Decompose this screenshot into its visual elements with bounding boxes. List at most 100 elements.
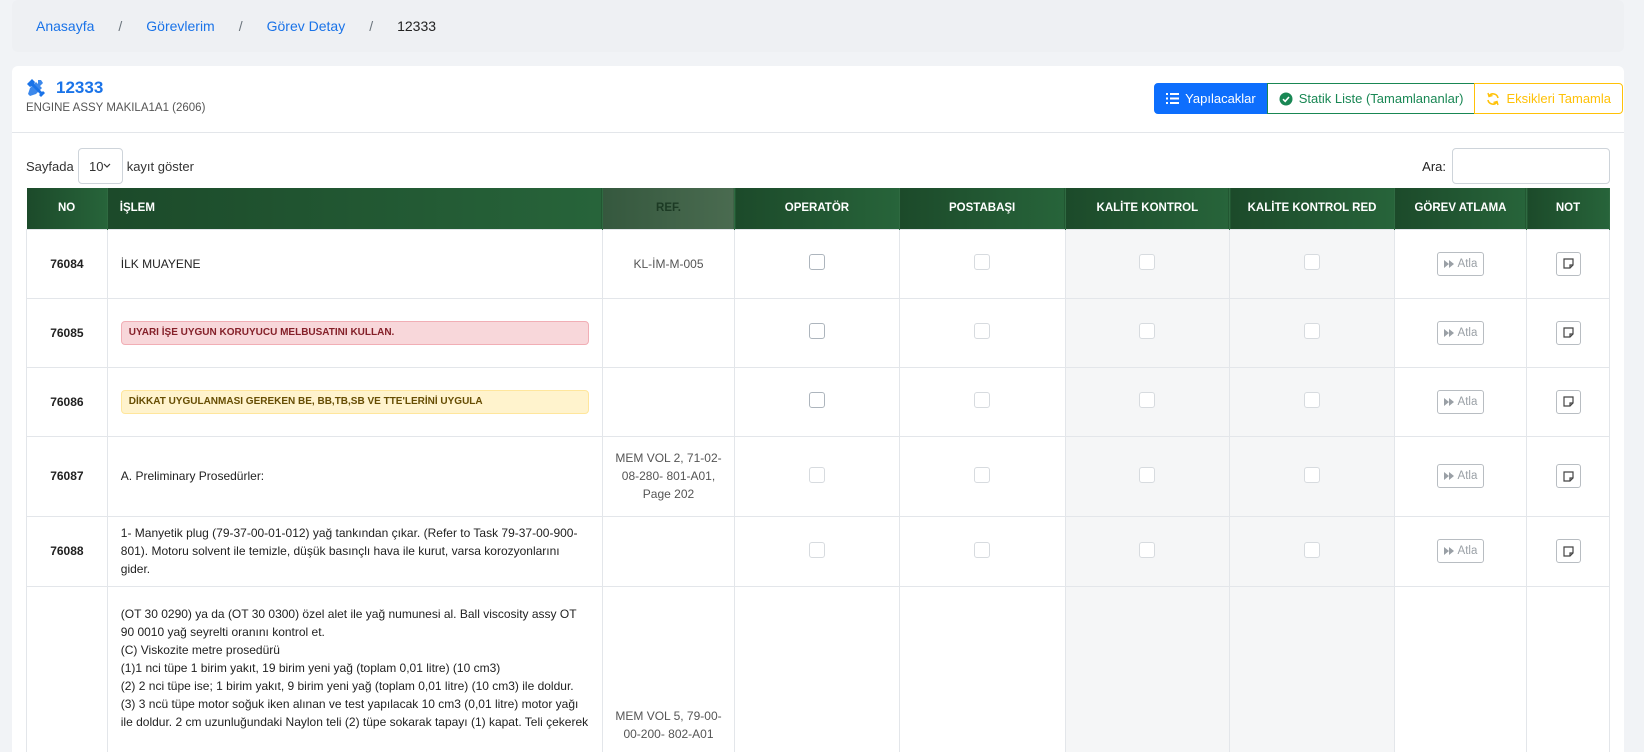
task-card: 12333 ENGINE ASSY MAKILA1A1 (2606) Yapıl… xyxy=(12,66,1624,752)
column-header-quality-reject[interactable]: KALİTE KONTROL RED xyxy=(1229,188,1395,229)
quality-control-cell xyxy=(1064,297,1231,368)
operator-checkbox[interactable] xyxy=(808,323,825,339)
row-islem-cell: DİKKAT UYGULANMASI GEREKEN BE, BB,TB,SB … xyxy=(106,366,603,437)
note-cell xyxy=(1526,435,1610,517)
quality-control-checkbox[interactable] xyxy=(1139,466,1156,483)
page-subtitle: ENGINE ASSY MAKILA1A1 (2606) xyxy=(26,102,206,114)
postabasi-checkbox[interactable] xyxy=(974,466,991,483)
quality-reject-cell xyxy=(1229,366,1395,437)
quality-reject-checkbox[interactable] xyxy=(1304,392,1321,408)
complete-missing-button-label: Eksikleri Tamamla xyxy=(1506,91,1611,106)
search-label: Ara: xyxy=(1422,158,1446,174)
table-controls: Sayfada 10 kayıt göster Ara: xyxy=(26,147,1610,185)
page-title: 12333 xyxy=(56,78,104,97)
quality-reject-cell xyxy=(1229,515,1395,587)
skip-cell: Atla xyxy=(1393,228,1528,299)
breadcrumb-my-tasks[interactable]: Görevlerim xyxy=(146,18,214,34)
table-row: 76084 İLK MUAYENE KL-İM-M-005 Atla xyxy=(26,228,1610,299)
note-button[interactable] xyxy=(1555,464,1581,488)
breadcrumb-task-detail[interactable]: Görev Detay xyxy=(267,18,346,34)
operator-checkbox[interactable] xyxy=(808,392,825,408)
skip-button[interactable]: Atla xyxy=(1436,539,1485,563)
quality-reject-checkbox[interactable] xyxy=(1304,541,1321,558)
table-row: 76085 UYARI İŞE UYGUN KORUYUCU MELBUSATI… xyxy=(26,297,1610,368)
note-button[interactable] xyxy=(1555,389,1581,414)
note-icon xyxy=(1562,327,1574,338)
quality-reject-checkbox[interactable] xyxy=(1304,254,1321,270)
page-length-control: Sayfada 10 kayıt göster xyxy=(26,147,194,185)
todo-button[interactable]: Yapılacaklar xyxy=(1154,83,1268,114)
operator-cell xyxy=(734,515,900,587)
fast-forward-icon xyxy=(1443,547,1454,555)
title-row: 12333 xyxy=(26,78,103,98)
quality-control-cell xyxy=(1064,228,1231,299)
postabasi-checkbox[interactable] xyxy=(974,323,991,339)
page-length-select[interactable]: 10 xyxy=(77,148,123,184)
quality-reject-checkbox[interactable] xyxy=(1304,323,1321,339)
quality-control-cell xyxy=(1064,515,1231,587)
search-input[interactable] xyxy=(1452,148,1610,184)
quality-control-cell xyxy=(1064,435,1231,517)
column-header-task-skip[interactable]: GÖREV ATLAMA xyxy=(1394,188,1528,229)
danger-alert: UYARI İŞE UYGUN KORUYUCU MELBUSATINI KUL… xyxy=(120,320,589,345)
note-icon xyxy=(1562,396,1574,407)
static-list-button[interactable]: Statik Liste (Tamamlananlar) xyxy=(1266,83,1476,114)
postabasi-cell xyxy=(898,435,1066,517)
row-ref xyxy=(601,515,736,587)
column-header-islem[interactable]: İŞLEM xyxy=(107,188,603,229)
quality-reject-checkbox[interactable] xyxy=(1304,466,1321,483)
column-header-operator[interactable]: OPERATÖR xyxy=(734,188,900,229)
table-row: 76087 A. Preliminary Prosedürler: MEM VO… xyxy=(26,435,1610,517)
note-cell xyxy=(1526,515,1610,587)
skip-button[interactable]: Atla xyxy=(1436,320,1485,345)
fast-forward-icon xyxy=(1443,397,1454,406)
complete-missing-button[interactable]: Eksikleri Tamamla xyxy=(1474,83,1623,114)
operator-cell xyxy=(734,297,900,368)
quality-control-checkbox[interactable] xyxy=(1139,392,1156,408)
quality-control-checkbox[interactable] xyxy=(1139,323,1156,339)
column-header-postabasi[interactable]: POSTABAŞI xyxy=(899,188,1066,229)
note-cell xyxy=(1526,228,1610,299)
skip-button[interactable]: Atla xyxy=(1436,251,1485,276)
task-steps-table: NO İŞLEM REF. OPERATÖR POSTABAŞI KALİTE … xyxy=(26,188,1610,752)
page-length-prefix: Sayfada xyxy=(26,158,74,174)
operator-cell xyxy=(734,585,900,752)
column-header-quality-control[interactable]: KALİTE KONTROL xyxy=(1065,188,1231,229)
row-no: 76084 xyxy=(26,228,108,299)
quality-control-checkbox[interactable] xyxy=(1139,254,1156,270)
row-no: 76086 xyxy=(26,366,108,437)
quality-reject-cell xyxy=(1229,297,1395,368)
operator-checkbox[interactable] xyxy=(808,254,825,270)
row-islem: 1- Manyetik plug (79-37-00-01-012) yağ t… xyxy=(106,515,603,587)
row-no xyxy=(26,585,108,752)
note-icon xyxy=(1562,258,1574,269)
note-icon xyxy=(1562,545,1574,557)
operator-checkbox[interactable] xyxy=(808,466,825,483)
fast-forward-icon xyxy=(1443,259,1454,268)
column-header-ref[interactable]: REF. xyxy=(602,188,736,229)
quality-control-cell xyxy=(1064,585,1231,752)
skip-button[interactable]: Atla xyxy=(1436,464,1485,488)
note-button[interactable] xyxy=(1555,320,1581,345)
postabasi-cell xyxy=(898,585,1066,752)
breadcrumb-current: 12333 xyxy=(397,18,437,34)
column-header-note[interactable]: NOT xyxy=(1526,188,1610,229)
postabasi-checkbox[interactable] xyxy=(974,254,991,270)
row-ref xyxy=(601,366,736,437)
breadcrumb-home[interactable]: Anasayfa xyxy=(36,18,94,34)
operator-checkbox[interactable] xyxy=(808,541,825,558)
note-cell xyxy=(1526,366,1610,437)
skip-button[interactable]: Atla xyxy=(1436,389,1485,414)
note-icon xyxy=(1562,470,1574,482)
postabasi-checkbox[interactable] xyxy=(974,392,991,408)
skip-button-label: Atla xyxy=(1457,545,1478,557)
note-button[interactable] xyxy=(1555,251,1581,276)
postabasi-cell xyxy=(898,228,1066,299)
search-control: Ara: xyxy=(1422,147,1610,185)
skip-cell: Atla xyxy=(1393,435,1528,517)
note-button[interactable] xyxy=(1555,539,1581,563)
note-cell xyxy=(1526,297,1610,368)
postabasi-checkbox[interactable] xyxy=(974,541,991,558)
column-header-no[interactable]: NO xyxy=(26,188,108,229)
quality-control-checkbox[interactable] xyxy=(1139,541,1156,558)
